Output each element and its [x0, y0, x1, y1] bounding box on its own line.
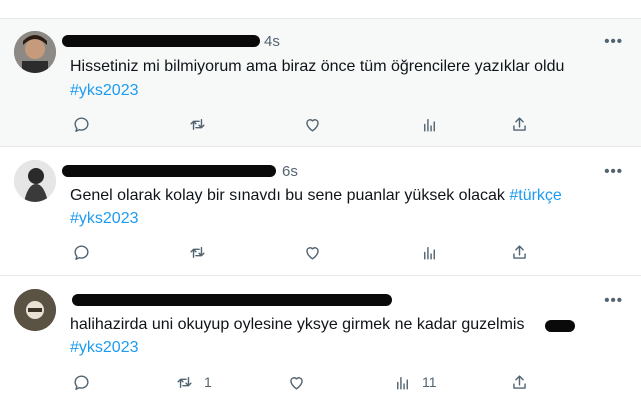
tweet-time[interactable]: 4s [264, 33, 280, 50]
redacted-username [62, 35, 260, 47]
tweet-actions: 1 11 [0, 370, 641, 394]
share-icon [513, 374, 526, 389]
views-count: 11 [422, 374, 437, 390]
redacted-text [545, 320, 575, 332]
redacted-username [72, 294, 392, 306]
more-options-icon[interactable]: ••• [604, 292, 623, 309]
views-button[interactable] [420, 112, 449, 136]
like-button[interactable] [303, 112, 322, 136]
redacted-username [62, 165, 276, 177]
tweet-2[interactable]: 6s ••• Genel olarak kolay bir sınavdı bu… [0, 147, 641, 276]
like-icon [306, 118, 319, 132]
views-icon [424, 118, 435, 132]
more-options-icon[interactable]: ••• [604, 163, 623, 180]
tweet-time[interactable]: 6s [282, 163, 298, 180]
retweet-button[interactable] [188, 240, 217, 264]
avatar-image [14, 31, 56, 73]
hashtag-link[interactable]: #yks2023 [70, 207, 139, 231]
tweet-3[interactable]: ••• halihazirda uni okuyup oylesine yksy… [0, 276, 641, 407]
hashtag-link[interactable]: #yks2023 [70, 336, 139, 360]
retweet-button[interactable] [188, 112, 217, 136]
share-icon [513, 116, 526, 131]
hashtag-link[interactable]: #yks2023 [70, 79, 139, 103]
tweet-text: Genel olarak kolay bir sınavdı bu sene p… [70, 184, 562, 208]
reply-icon [74, 244, 89, 260]
reply-button[interactable] [72, 370, 101, 394]
reply-icon [74, 374, 89, 390]
tweet-text-body: Genel olarak kolay bir sınavdı bu sene p… [70, 187, 510, 204]
reply-button[interactable] [72, 240, 101, 264]
avatar[interactable] [14, 289, 56, 331]
tweet-1[interactable]: 4s ••• Hissetiniz mi bilmiyorum ama bira… [0, 19, 641, 147]
retweet-icon [177, 376, 192, 388]
reply-icon [74, 116, 89, 132]
like-icon [306, 246, 319, 260]
hashtag-link[interactable]: #türkçe [509, 187, 561, 204]
avatar[interactable] [14, 31, 56, 73]
like-button[interactable] [287, 370, 306, 394]
share-button[interactable] [510, 370, 529, 394]
views-button[interactable]: 11 [393, 370, 437, 394]
avatar-image [14, 160, 56, 202]
avatar[interactable] [14, 160, 56, 202]
share-icon [513, 244, 526, 259]
more-options-icon[interactable]: ••• [604, 33, 623, 50]
like-icon [290, 376, 303, 390]
tweet-actions [0, 240, 641, 264]
like-button[interactable] [303, 240, 322, 264]
retweet-icon [190, 246, 205, 258]
retweet-count: 1 [204, 374, 212, 390]
share-button[interactable] [510, 240, 529, 264]
tweet-text: Hissetiniz mi bilmiyorum ama biraz önce … [70, 58, 565, 75]
share-button[interactable] [510, 112, 529, 136]
reply-button[interactable] [72, 112, 101, 136]
views-icon [397, 376, 408, 390]
tweet-actions [0, 112, 641, 136]
views-icon [424, 246, 435, 260]
retweet-icon [190, 118, 205, 130]
avatar-image [14, 289, 56, 331]
tweet-text: halihazirda uni okuyup oylesine yksye gi… [70, 316, 525, 333]
views-button[interactable] [420, 240, 449, 264]
retweet-button[interactable]: 1 [175, 370, 212, 394]
